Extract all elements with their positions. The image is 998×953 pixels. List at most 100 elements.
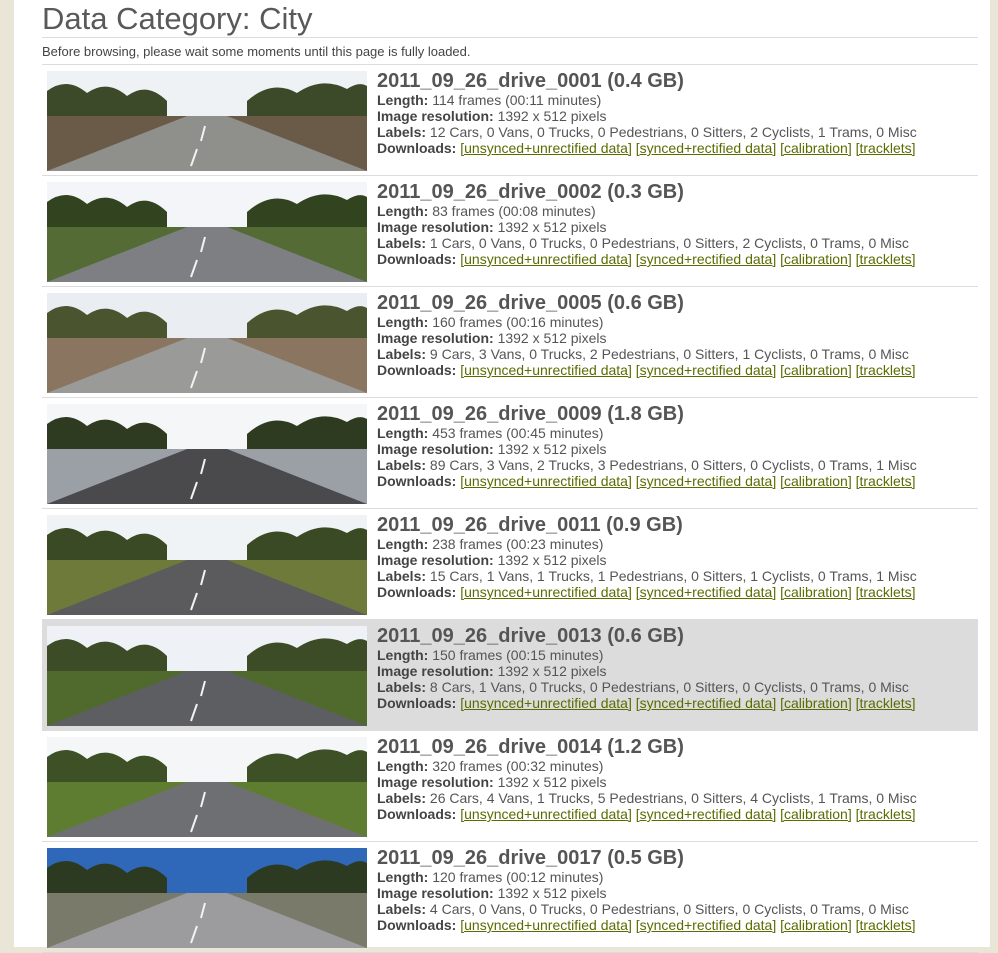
downloads-label: Downloads: [377,806,457,822]
calibration-link[interactable]: [calibration] [780,473,852,489]
drive-length-line: Length: 160 frames (00:16 minutes) [377,314,977,330]
drive-thumbnail[interactable] [47,71,367,171]
length-label: Length: [377,425,429,441]
labels-label: Labels: [377,568,427,584]
length-label: Length: [377,92,429,108]
resolution-label: Image resolution: [377,885,494,901]
drive-info: 2011_09_26_drive_0009 (1.8 GB) Length: 4… [377,403,977,489]
tracklets-link[interactable]: [tracklets] [856,251,916,267]
street-scene-image [47,737,367,837]
calibration-link[interactable]: [calibration] [780,806,852,822]
tracklets-link[interactable]: [tracklets] [856,695,916,711]
resolution-label: Image resolution: [377,219,494,235]
drive-resolution: 1392 x 512 pixels [497,108,607,124]
labels-label: Labels: [377,457,427,473]
unsynced-data-link[interactable]: [unsynced+unrectified data] [460,584,632,600]
drive-resolution-line: Image resolution: 1392 x 512 pixels [377,663,977,679]
drive-resolution: 1392 x 512 pixels [497,330,607,346]
tracklets-link[interactable]: [tracklets] [856,806,916,822]
drive-labels-line: Labels: 89 Cars, 3 Vans, 2 Trucks, 3 Ped… [377,457,977,473]
street-scene-image [47,848,367,948]
drive-row: 2011_09_26_drive_0001 (0.4 GB) Length: 1… [42,65,978,176]
drive-list: 2011_09_26_drive_0001 (0.4 GB) Length: 1… [42,64,978,953]
tracklets-link[interactable]: [tracklets] [856,473,916,489]
unsynced-data-link[interactable]: [unsynced+unrectified data] [460,695,632,711]
length-label: Length: [377,647,429,663]
drive-labels: 1 Cars, 0 Vans, 0 Trucks, 0 Pedestrians,… [429,235,909,251]
drive-downloads-line: Downloads: [unsynced+unrectified data] [… [377,473,977,489]
tracklets-link[interactable]: [tracklets] [856,362,916,378]
street-scene-image [47,71,367,171]
synced-data-link[interactable]: [synced+rectified data] [636,806,776,822]
labels-label: Labels: [377,901,427,917]
drive-title: 2011_09_26_drive_0011 (0.9 GB) [377,514,683,536]
drive-title: 2011_09_26_drive_0002 (0.3 GB) [377,181,684,203]
drive-row: 2011_09_26_drive_0002 (0.3 GB) Length: 8… [42,176,978,287]
drive-thumbnail[interactable] [47,848,367,948]
drive-labels: 8 Cars, 1 Vans, 0 Trucks, 0 Pedestrians,… [429,679,909,695]
labels-label: Labels: [377,679,427,695]
downloads-label: Downloads: [377,362,457,378]
calibration-link[interactable]: [calibration] [780,140,852,156]
drive-thumbnail[interactable] [47,737,367,837]
calibration-link[interactable]: [calibration] [780,362,852,378]
drive-info: 2011_09_26_drive_0014 (1.2 GB) Length: 3… [377,736,977,822]
drive-length-line: Length: 150 frames (00:15 minutes) [377,647,977,663]
loading-notice: Before browsing, please wait some moment… [42,44,471,59]
calibration-link[interactable]: [calibration] [780,917,852,933]
synced-data-link[interactable]: [synced+rectified data] [636,362,776,378]
synced-data-link[interactable]: [synced+rectified data] [636,473,776,489]
synced-data-link[interactable]: [synced+rectified data] [636,251,776,267]
calibration-link[interactable]: [calibration] [780,695,852,711]
unsynced-data-link[interactable]: [unsynced+unrectified data] [460,251,632,267]
drive-thumbnail[interactable] [47,515,367,615]
drive-title: 2011_09_26_drive_0001 (0.4 GB) [377,70,684,92]
labels-label: Labels: [377,790,427,806]
drive-info: 2011_09_26_drive_0005 (0.6 GB) Length: 1… [377,292,977,378]
drive-thumbnail[interactable] [47,293,367,393]
synced-data-link[interactable]: [synced+rectified data] [636,140,776,156]
downloads-label: Downloads: [377,584,457,600]
drive-info: 2011_09_26_drive_0002 (0.3 GB) Length: 8… [377,181,977,267]
street-scene-image [47,293,367,393]
drive-thumbnail[interactable] [47,404,367,504]
drive-length: 160 frames (00:16 minutes) [432,314,604,330]
drive-resolution-line: Image resolution: 1392 x 512 pixels [377,552,977,568]
downloads-label: Downloads: [377,473,457,489]
labels-label: Labels: [377,124,427,140]
calibration-link[interactable]: [calibration] [780,251,852,267]
drive-resolution: 1392 x 512 pixels [497,441,607,457]
synced-data-link[interactable]: [synced+rectified data] [636,917,776,933]
tracklets-link[interactable]: [tracklets] [856,584,916,600]
unsynced-data-link[interactable]: [unsynced+unrectified data] [460,917,632,933]
drive-resolution-line: Image resolution: 1392 x 512 pixels [377,885,977,901]
unsynced-data-link[interactable]: [unsynced+unrectified data] [460,140,632,156]
length-label: Length: [377,536,429,552]
downloads-label: Downloads: [377,251,457,267]
tracklets-link[interactable]: [tracklets] [856,917,916,933]
drive-resolution-line: Image resolution: 1392 x 512 pixels [377,774,977,790]
labels-label: Labels: [377,346,427,362]
drive-resolution-line: Image resolution: 1392 x 512 pixels [377,330,977,346]
drive-title: 2011_09_26_drive_0009 (1.8 GB) [377,403,684,425]
drive-info: 2011_09_26_drive_0001 (0.4 GB) Length: 1… [377,70,977,156]
unsynced-data-link[interactable]: [unsynced+unrectified data] [460,806,632,822]
unsynced-data-link[interactable]: [unsynced+unrectified data] [460,473,632,489]
drive-length: 238 frames (00:23 minutes) [432,536,604,552]
drive-thumbnail[interactable] [47,626,367,726]
drive-length: 320 frames (00:32 minutes) [432,758,604,774]
page-panel: Data Category: City Before browsing, ple… [14,0,990,953]
resolution-label: Image resolution: [377,774,494,790]
synced-data-link[interactable]: [synced+rectified data] [636,695,776,711]
drive-thumbnail[interactable] [47,182,367,282]
downloads-label: Downloads: [377,917,457,933]
length-label: Length: [377,314,429,330]
synced-data-link[interactable]: [synced+rectified data] [636,584,776,600]
drive-length-line: Length: 83 frames (00:08 minutes) [377,203,977,219]
unsynced-data-link[interactable]: [unsynced+unrectified data] [460,362,632,378]
calibration-link[interactable]: [calibration] [780,584,852,600]
drive-resolution: 1392 x 512 pixels [497,552,607,568]
tracklets-link[interactable]: [tracklets] [856,140,916,156]
drive-downloads-line: Downloads: [unsynced+unrectified data] [… [377,362,977,378]
drive-length: 453 frames (00:45 minutes) [432,425,604,441]
